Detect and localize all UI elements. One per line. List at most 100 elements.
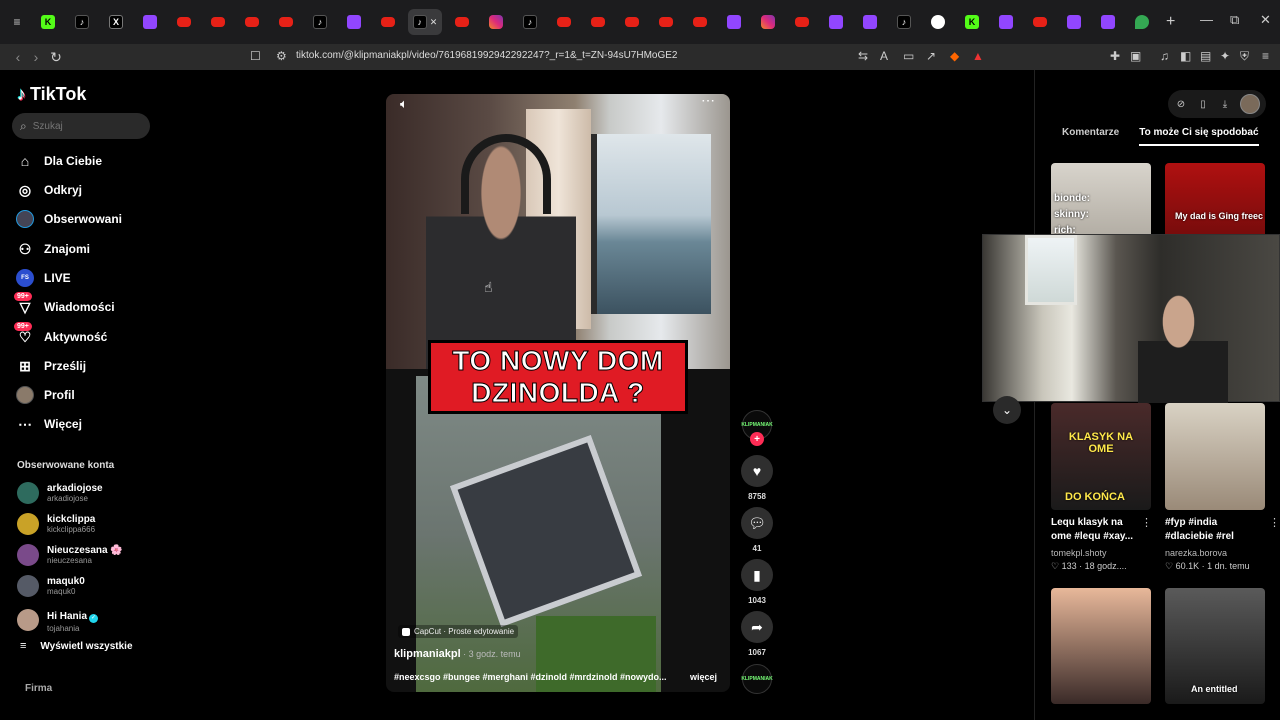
chevron-down-icon[interactable]: ⌄ xyxy=(993,396,1021,424)
close-window-button[interactable]: ✕ xyxy=(1260,12,1271,28)
browser-tab-tiktok[interactable]: ♪ xyxy=(890,9,918,35)
browser-tab-app[interactable] xyxy=(720,9,748,35)
browser-tab-tiktok-active[interactable]: ♪ ✕ xyxy=(408,9,442,35)
card-title[interactable]: #fyp #india #dlaciebie #rel xyxy=(1165,516,1257,544)
browser-tab-twitch[interactable] xyxy=(340,9,368,35)
search-box[interactable]: ⌕ xyxy=(12,113,150,139)
browser-tab-youtube[interactable] xyxy=(584,9,612,35)
browser-tab-tiktok[interactable]: ♪ xyxy=(68,9,96,35)
following-item[interactable]: kickclippa kickclippa666 xyxy=(17,513,95,535)
browser-tab-instagram[interactable] xyxy=(754,9,782,35)
nav-item-live[interactable]: FS LIVE xyxy=(16,269,71,287)
music-icon[interactable]: ♫ xyxy=(1160,49,1169,63)
translate-icon[interactable]: ⇆ xyxy=(858,49,868,63)
menu-icon[interactable]: ≡ xyxy=(1262,49,1269,63)
save-button[interactable]: ▮ xyxy=(741,559,773,591)
nav-item-profile[interactable]: Profil xyxy=(16,386,75,404)
share-button[interactable]: ➦ xyxy=(741,611,773,643)
following-item[interactable]: maquk0 maquk0 xyxy=(17,575,85,597)
extensions-icon[interactable]: ✚ xyxy=(1110,49,1120,63)
wallet-icon[interactable]: ▣ xyxy=(1130,49,1141,63)
card-more-icon[interactable]: ⋮ xyxy=(1269,516,1280,529)
search-input[interactable] xyxy=(32,120,133,132)
nav-item-messages[interactable]: ▽ 99+ Wiadomości xyxy=(14,292,115,316)
browser-tab-youtube[interactable] xyxy=(1026,9,1054,35)
browser-tab-kick[interactable]: K xyxy=(34,9,62,35)
browser-tab-kick[interactable]: K xyxy=(958,9,986,35)
comment-button[interactable]: 💬︎ xyxy=(741,507,773,539)
following-item[interactable]: Nieuczesana 🌸 nieuczesana xyxy=(17,544,123,566)
browser-tab-youtube[interactable] xyxy=(652,9,680,35)
video-card[interactable] xyxy=(1051,588,1151,704)
browser-tab-youtube[interactable] xyxy=(788,9,816,35)
nav-item-following[interactable]: Obserwowani xyxy=(16,210,122,228)
restore-button[interactable]: ⧉ xyxy=(1230,12,1239,28)
browser-tab-pen[interactable] xyxy=(856,9,884,35)
see-all-link[interactable]: ≡ Wyświetl wszystkie xyxy=(20,640,133,652)
volume-icon[interactable]: 🔈︎ xyxy=(400,96,408,112)
browser-tab-youtube[interactable] xyxy=(448,9,476,35)
tab-stack-icon[interactable]: ≡ xyxy=(6,11,28,33)
video-card[interactable]: KLASYK NA OME DO KOŃCA xyxy=(1051,403,1151,510)
browser-tab-youtube[interactable] xyxy=(238,9,266,35)
video-author[interactable]: klipmaniakpl · 3 godz. temu xyxy=(394,648,521,660)
following-item[interactable]: arkadiojose arkadiojose xyxy=(17,482,103,504)
close-tab-icon[interactable]: ✕ xyxy=(430,17,438,28)
following-item[interactable]: Hi Hania ✓ tojahania xyxy=(17,606,99,633)
browser-tab-app[interactable] xyxy=(992,9,1020,35)
phone-icon[interactable]: ▯ xyxy=(1196,99,1210,110)
leo-icon[interactable]: ✦ xyxy=(1220,49,1230,63)
browser-tab-tiktok[interactable]: ♪ xyxy=(516,9,544,35)
card-user[interactable]: tomekpl.shoty xyxy=(1051,548,1107,558)
new-tab-button[interactable]: + xyxy=(1166,13,1175,31)
nav-item-for-you[interactable]: ⌂ Dla Ciebie xyxy=(16,152,102,170)
card-user[interactable]: narezka.borova xyxy=(1165,548,1227,558)
coin-icon[interactable]: ⊘ xyxy=(1174,99,1188,110)
browser-tab-tiktok[interactable]: ♪ xyxy=(306,9,334,35)
browser-tab-app[interactable] xyxy=(1094,9,1122,35)
video-player[interactable]: TO NOWY DOM DZINOLDA ? 🔈︎ ⋯ ☝︎ CapCut · … xyxy=(386,94,730,692)
tab-comments[interactable]: Komentarze xyxy=(1062,127,1119,146)
download-icon[interactable]: ⤓ xyxy=(1218,99,1232,110)
music-disc-avatar[interactable]: KLIPMANIAK xyxy=(741,664,773,694)
nav-item-more[interactable]: ⋯ Więcej xyxy=(16,415,82,433)
back-icon[interactable]: ‹ xyxy=(8,49,28,65)
browser-tab-youtube[interactable] xyxy=(550,9,578,35)
author-name[interactable]: klipmaniakpl xyxy=(394,648,461,660)
bookmark-icon[interactable]: ☐ xyxy=(250,49,261,63)
share-icon[interactable]: ↗ xyxy=(926,49,936,63)
more-options-icon[interactable]: ⋯ xyxy=(701,94,716,109)
site-settings-icon[interactable]: ⚙ xyxy=(276,49,287,63)
browser-tab-youtube[interactable] xyxy=(374,9,402,35)
capcut-badge[interactable]: CapCut · Proste edytowanie xyxy=(398,625,519,638)
wallet2-icon[interactable]: ▤ xyxy=(1200,49,1211,63)
video-hashtags[interactable]: #neexcsgo #bungee #merghani #dzinold #mr… xyxy=(394,672,724,682)
nav-item-friends[interactable]: ⚇ Znajomi xyxy=(16,240,90,258)
rewards-icon[interactable]: ▲ xyxy=(972,49,984,63)
browser-tab-youtube[interactable] xyxy=(618,9,646,35)
lang-icon[interactable]: A xyxy=(880,49,888,63)
follow-plus-icon[interactable]: + xyxy=(750,432,764,446)
card-title[interactable]: Lequ klasyk na ome #lequ #xay... xyxy=(1051,516,1143,544)
browser-tab-maps[interactable] xyxy=(1128,9,1156,35)
nav-item-upload[interactable]: ⊞ Prześlij xyxy=(16,357,86,375)
brave-shield-icon[interactable]: ◆ xyxy=(950,49,959,63)
browser-tab-youtube[interactable] xyxy=(170,9,198,35)
tab-you-may-like[interactable]: To może Ci się spodobać xyxy=(1139,127,1259,146)
like-button[interactable]: ♥ xyxy=(741,455,773,487)
user-avatar[interactable] xyxy=(1240,94,1260,114)
browser-tab-x[interactable]: X xyxy=(102,9,130,35)
video-card[interactable]: An entitled xyxy=(1165,588,1265,704)
browser-tab-twitch[interactable] xyxy=(1060,9,1088,35)
browser-tab-app[interactable] xyxy=(822,9,850,35)
browser-tab-youtube[interactable] xyxy=(272,9,300,35)
video-card[interactable] xyxy=(1165,403,1265,510)
browser-tab-google[interactable] xyxy=(924,9,952,35)
footer-company[interactable]: Firma xyxy=(25,683,52,694)
more-link[interactable]: więcej xyxy=(690,672,717,682)
nav-item-explore[interactable]: ◎ Odkryj xyxy=(16,181,82,199)
tiktok-logo[interactable]: ♪ TikTok xyxy=(17,84,86,105)
browser-tab-youtube[interactable] xyxy=(204,9,232,35)
browser-tab-youtube[interactable] xyxy=(686,9,714,35)
minimize-button[interactable]: — xyxy=(1200,12,1213,27)
